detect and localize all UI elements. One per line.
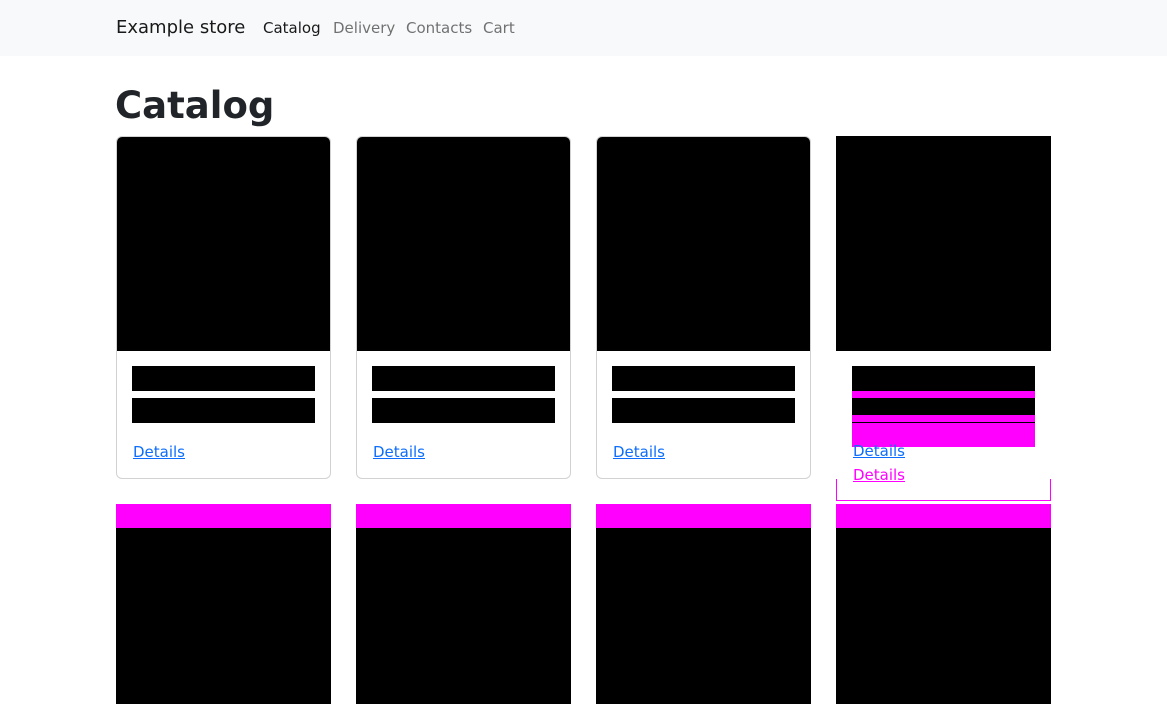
product-description (132, 398, 315, 423)
product-title (132, 366, 315, 391)
product-card: Details (596, 136, 811, 479)
nav-link-cart[interactable]: Cart (483, 18, 515, 38)
nav-link-delivery[interactable]: Delivery (333, 18, 395, 38)
product-description (372, 398, 555, 423)
product-image (357, 137, 570, 351)
product-card (116, 504, 331, 704)
details-link[interactable]: Details (133, 443, 185, 461)
details-link[interactable]: Details (853, 442, 905, 460)
product-description (612, 398, 795, 423)
product-image (836, 136, 1051, 351)
render-glitch-line (852, 422, 1035, 423)
nav-link-contacts[interactable]: Contacts (406, 18, 472, 38)
render-glitch-band (356, 504, 571, 528)
product-card (836, 504, 1051, 704)
product-card: Details (356, 136, 571, 479)
product-description (852, 398, 1035, 415)
store-brand-link[interactable]: Example store (116, 15, 245, 41)
card-outline-ghost (836, 479, 1051, 501)
product-card (356, 504, 571, 704)
product-title (612, 366, 795, 391)
details-link[interactable]: Details (613, 443, 665, 461)
render-glitch-band (116, 504, 331, 528)
product-card (596, 504, 811, 704)
nav-link-catalog[interactable]: Catalog (263, 18, 321, 38)
product-title (852, 366, 1035, 391)
render-glitch-band (852, 391, 1035, 398)
top-navbar: Example store Catalog Delivery Contacts … (0, 0, 1167, 56)
render-glitch-band (836, 504, 1051, 528)
product-card: Details (116, 136, 331, 479)
details-link[interactable]: Details (373, 443, 425, 461)
product-image (117, 137, 330, 351)
render-glitch-band (596, 504, 811, 528)
page-title: Catalog (115, 84, 275, 127)
product-title (372, 366, 555, 391)
product-image (597, 137, 810, 351)
